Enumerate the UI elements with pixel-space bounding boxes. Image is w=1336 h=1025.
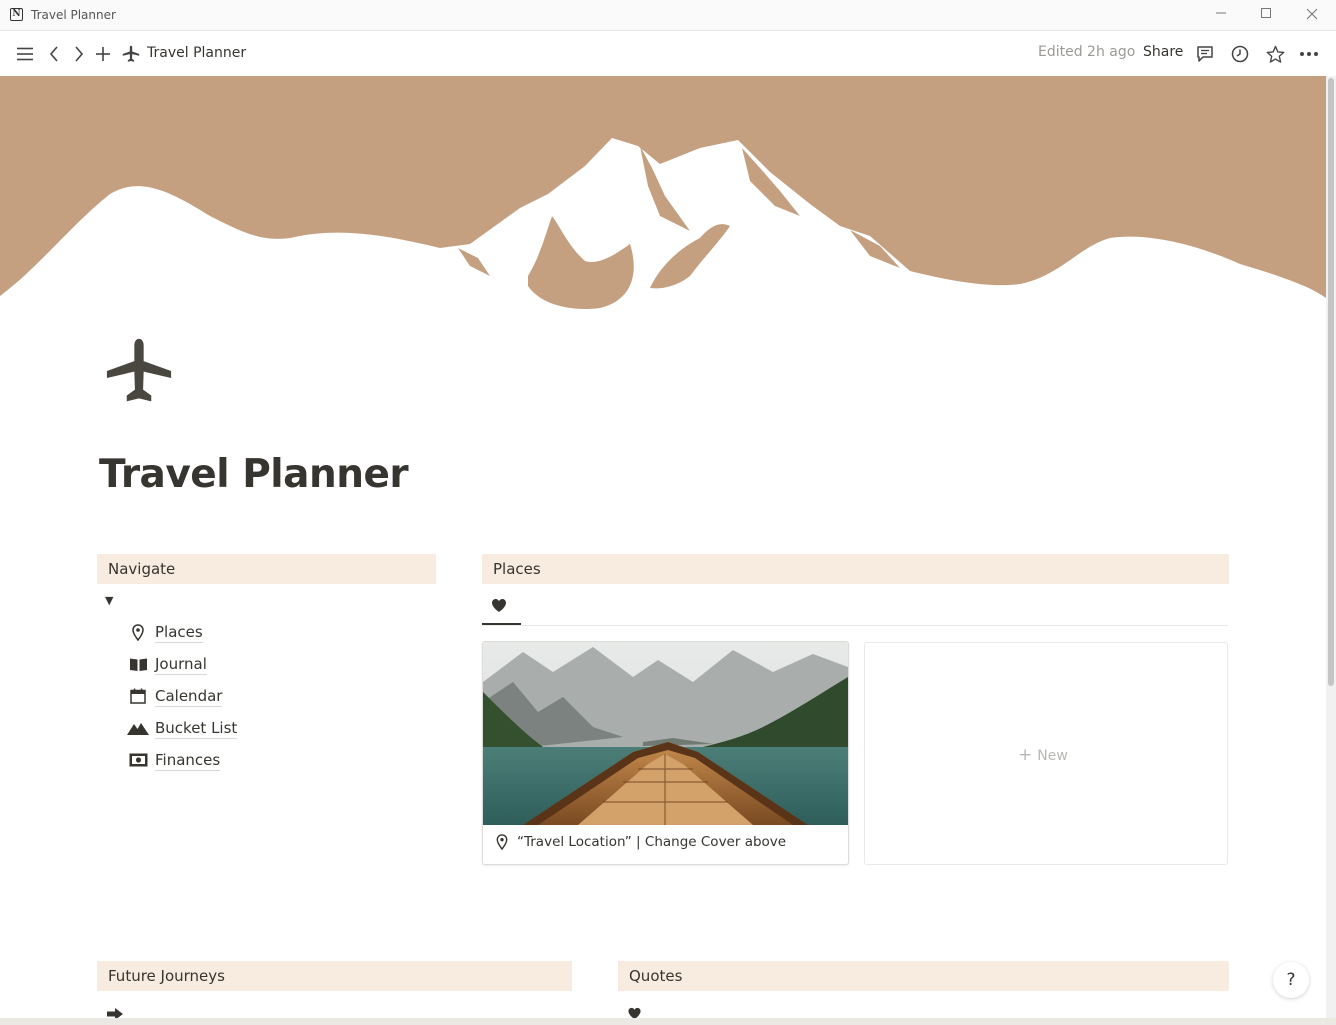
comment-icon[interactable]	[1194, 43, 1216, 65]
lake-boat-cover-image	[483, 642, 848, 825]
toggle-triangle-icon[interactable]: ▼	[105, 594, 113, 607]
card-caption-text: “Travel Location” | Change Cover above	[517, 834, 787, 850]
new-card-label: + New	[1018, 745, 1068, 765]
tab-divider	[482, 625, 1228, 626]
window-titlebar: N Travel Planner	[0, 0, 1336, 31]
notion-logo-icon: N	[10, 8, 23, 21]
airplane-icon[interactable]	[104, 336, 174, 406]
plus-icon: +	[1018, 745, 1033, 765]
share-button[interactable]: Share	[1143, 44, 1183, 60]
nav-item-calendar[interactable]: Calendar	[127, 684, 223, 708]
place-card[interactable]: “Travel Location” | Change Cover above	[482, 641, 849, 865]
maximize-button[interactable]	[1256, 5, 1276, 25]
edited-timestamp: Edited 2h ago	[1038, 44, 1136, 60]
taskbar-edge	[0, 1018, 1336, 1025]
book-icon	[127, 654, 149, 674]
map-pin-icon	[127, 622, 149, 642]
nav-item-label[interactable]: Finances	[155, 750, 221, 771]
airplane-icon	[120, 43, 142, 65]
nav-item-label[interactable]: Places	[155, 622, 203, 643]
mountain-icon	[127, 718, 149, 738]
places-heading: Places	[482, 554, 1229, 584]
nav-item-bucket-list[interactable]: Bucket List	[127, 716, 238, 740]
page-title[interactable]: Travel Planner	[99, 452, 409, 497]
nav-item-label[interactable]: Calendar	[155, 686, 223, 707]
quotes-heading: Quotes	[618, 961, 1229, 991]
breadcrumb-page-title[interactable]: Travel Planner	[147, 45, 246, 61]
calendar-icon	[127, 686, 149, 706]
nav-item-label[interactable]: Bucket List	[155, 718, 238, 739]
close-window-button[interactable]	[1302, 5, 1322, 25]
nav-item-label[interactable]: Journal	[155, 654, 207, 675]
map-pin-icon	[496, 834, 508, 850]
scrollbar-thumb[interactable]	[1328, 78, 1334, 686]
page-scrollbar[interactable]	[1326, 76, 1336, 1018]
page-cover-image[interactable]	[0, 76, 1326, 316]
forward-arrow-icon[interactable]	[68, 43, 90, 65]
new-page-plus-icon[interactable]	[92, 43, 114, 65]
minimize-button[interactable]	[1211, 5, 1231, 25]
sidebar-menu-icon[interactable]	[14, 43, 36, 65]
nav-item-places[interactable]: Places	[127, 620, 203, 644]
more-options-icon[interactable]	[1298, 43, 1320, 65]
history-clock-icon[interactable]	[1229, 43, 1251, 65]
nav-item-journal[interactable]: Journal	[127, 652, 207, 676]
future-journeys-heading: Future Journeys	[97, 961, 572, 991]
back-arrow-icon[interactable]	[43, 43, 65, 65]
window-title: Travel Planner	[31, 8, 116, 22]
nav-item-finances[interactable]: Finances	[127, 748, 221, 772]
new-card-button[interactable]: + New	[864, 642, 1228, 865]
new-label-text: New	[1037, 748, 1068, 764]
help-button[interactable]: ?	[1273, 962, 1309, 998]
page-topbar: Travel Planner Edited 2h ago Share	[0, 31, 1336, 76]
heart-icon[interactable]	[491, 598, 507, 614]
card-caption[interactable]: “Travel Location” | Change Cover above	[495, 834, 786, 850]
navigate-heading: Navigate	[97, 554, 436, 584]
money-icon	[127, 750, 149, 770]
favorite-star-icon[interactable]	[1264, 43, 1286, 65]
